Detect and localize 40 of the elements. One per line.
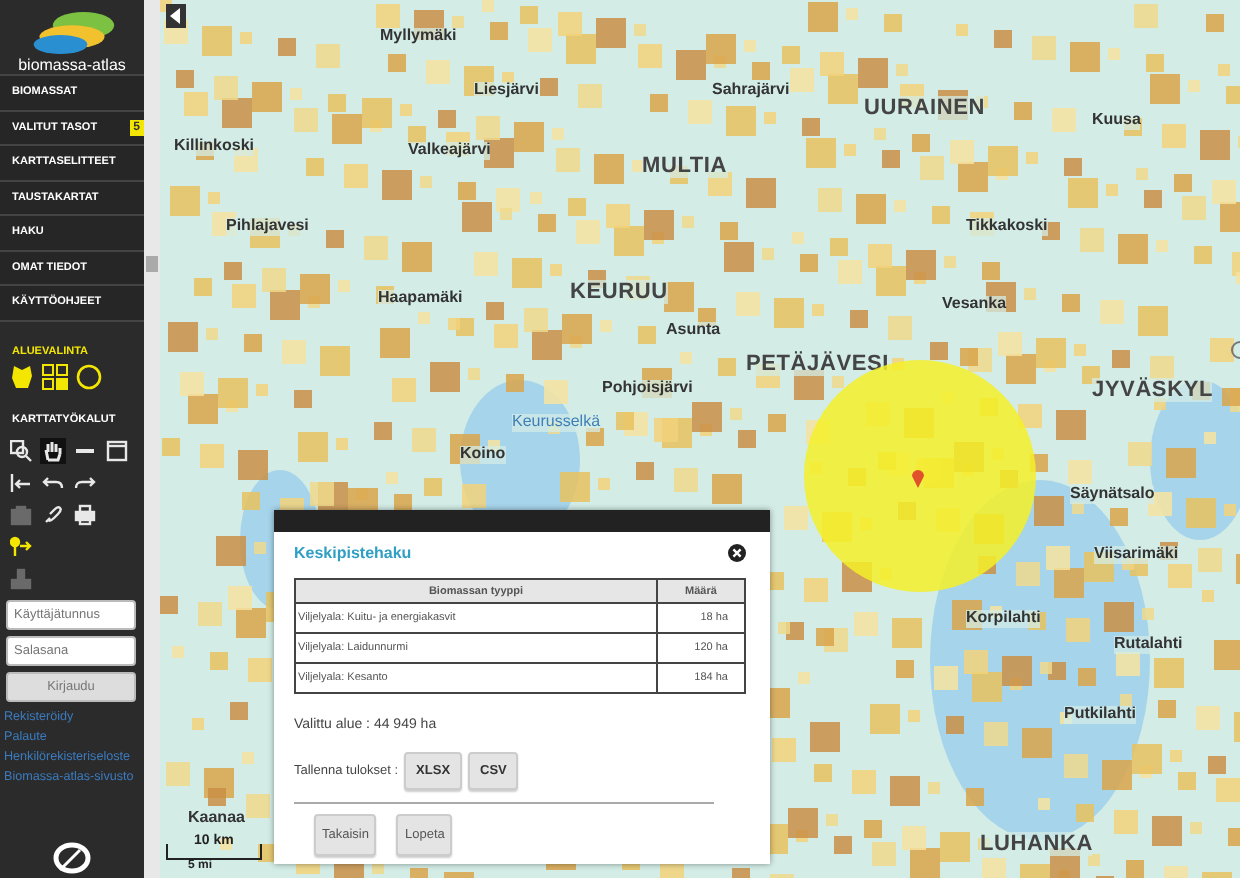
- zoom-icon[interactable]: [8, 437, 34, 463]
- place-label: JYVÄSKYL: [1092, 378, 1213, 403]
- logo-text: biomassa-atlas: [18, 56, 126, 74]
- place-label: Putkilahti: [1064, 706, 1137, 724]
- place-label: Säynätsalo: [1070, 486, 1155, 504]
- collapse-button[interactable]: [166, 4, 186, 28]
- place-label: Sahrajärvi: [712, 82, 790, 100]
- place-label: Liesjärvi: [474, 82, 539, 100]
- place-label: LUHANKA: [980, 832, 1093, 857]
- place-label: Killinkoski: [174, 138, 255, 156]
- place-label: Keurusselkä: [512, 414, 601, 432]
- skip-back-icon[interactable]: [8, 469, 34, 495]
- place-label: Koino: [460, 446, 506, 464]
- place-label: KEURUU: [570, 280, 668, 305]
- place-label: Rutalahti: [1114, 636, 1183, 654]
- close-icon[interactable]: [728, 544, 746, 562]
- link-icon[interactable]: [40, 501, 66, 527]
- place-label: Viisarimäki: [1094, 546, 1179, 564]
- place-label: Valkeajärvi: [408, 142, 491, 160]
- dialog-title: Keskipistehaku: [294, 544, 412, 562]
- grid-icon[interactable]: [42, 363, 68, 389]
- window-icon[interactable]: [104, 437, 130, 463]
- place-label: UURAINEN: [864, 96, 985, 121]
- place-label: Korpilahti: [966, 610, 1041, 628]
- circle-icon[interactable]: [76, 363, 102, 389]
- scrollbar[interactable]: [144, 0, 160, 878]
- region-icon[interactable]: [10, 363, 34, 389]
- place-label: Pohjoisjärvi: [602, 380, 693, 398]
- pin-icon[interactable]: [8, 533, 34, 559]
- place-label: Myllymäki: [380, 28, 457, 46]
- place-label: MULTIA: [642, 154, 728, 179]
- location-pin-icon: [910, 466, 926, 488]
- place-label: Asunta: [666, 322, 721, 340]
- hand-icon[interactable]: [40, 437, 66, 463]
- place-label: Haapamäki: [378, 290, 463, 308]
- place-label: Tikkakoski: [966, 218, 1048, 236]
- place-label: Kuusa: [1092, 112, 1141, 130]
- print-icon[interactable]: [72, 501, 98, 527]
- place-label: Pihlajavesi: [226, 218, 309, 236]
- place-label: Kaanaa: [188, 810, 245, 828]
